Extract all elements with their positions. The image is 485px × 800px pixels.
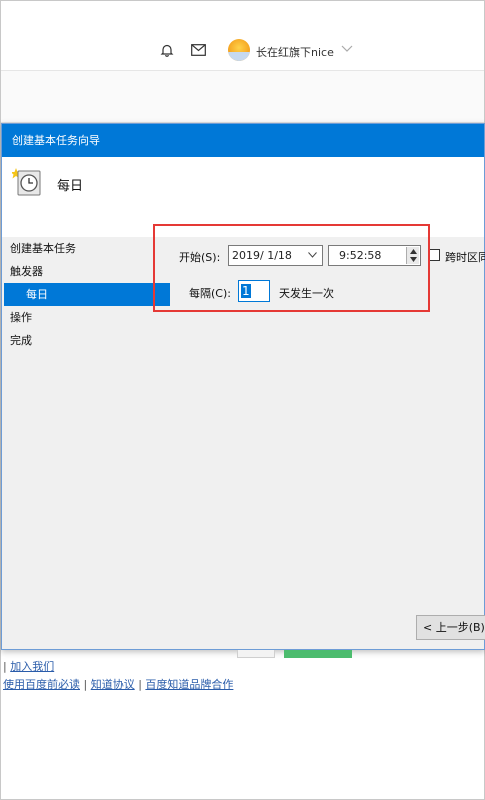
chevron-down-icon[interactable] [341,45,353,53]
footer-line-1: | 加入我们 [3,658,233,676]
username[interactable]: 长在红旗下nice [256,44,334,60]
join-us-link[interactable]: 加入我们 [10,660,54,673]
separator: | [83,678,91,691]
step-create-basic-task[interactable]: 创建基本任务 [4,237,164,260]
wizard-steps: 创建基本任务 触发器 每日 操作 完成 [4,237,170,352]
step-finish[interactable]: 完成 [4,329,164,352]
timezone-sync-label: 跨时区同 [445,251,485,264]
back-button[interactable]: < 上一步(B) [416,615,485,640]
cancel-button-peek[interactable] [237,650,275,658]
dialog-title[interactable]: 创建基本任务向导 [2,124,484,157]
dialog-footer [2,617,484,649]
agreement-link[interactable]: 知道协议 [91,678,135,691]
read-before-use-link[interactable]: 使用百度前必读 [3,678,80,691]
footer-line-2: 使用百度前必读 | 知道协议 | 百度知道品牌合作 [3,676,233,694]
page-title: 每日 [57,179,84,194]
task-clock-icon [12,168,41,196]
site-header: 长在红旗下nice [1,1,484,71]
footer-links: | 加入我们 使用百度前必读 | 知道协议 | 百度知道品牌合作 [3,658,233,694]
step-action[interactable]: 操作 [4,306,164,329]
step-trigger[interactable]: 触发器 [4,260,164,283]
mail-icon[interactable] [191,44,206,56]
brand-cooperation-link[interactable]: 百度知道品牌合作 [145,678,233,691]
bell-icon[interactable] [160,43,174,57]
site-subbar [1,71,484,123]
submit-button-peek[interactable] [284,650,352,658]
step-daily[interactable]: 每日 [4,283,170,306]
avatar[interactable] [228,39,250,61]
task-wizard-dialog: 创建基本任务向导 每日 创建基本任务 触发器 每日 操作 完成 开始(S): 2… [1,123,485,650]
red-highlight-box [153,224,430,312]
